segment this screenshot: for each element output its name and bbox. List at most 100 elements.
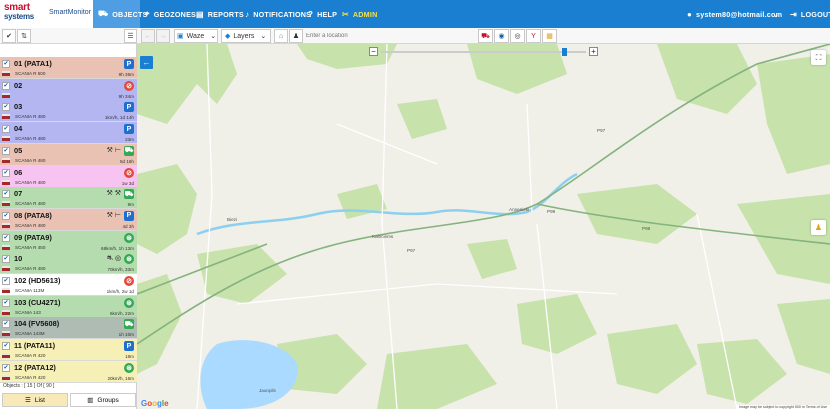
vehicle-row[interactable]: ✔ 104 (FV5608) ⛟ SCANIA 143M 1h 10m (0, 317, 137, 340)
vehicle-row[interactable]: ✔ 09 (PATA9) ⊛ SCANIA R 450 68km/h, 1h 13m (0, 230, 137, 253)
vehicle-status-text: 18m (125, 354, 134, 360)
vehicle-status-text: 1km/h, 2w 1d (106, 289, 134, 294)
zoom-out-button[interactable]: − (369, 47, 378, 56)
vehicle-row[interactable]: ✔ 01 (PATA1) P SCANIA R 500 9h 36m (0, 57, 137, 79)
magnet-tool-button[interactable]: Y (526, 29, 541, 43)
collapse-sidebar-button[interactable]: ← (140, 56, 153, 69)
vehicle-name: 10 (14, 254, 23, 264)
home-button[interactable]: ⌂ (274, 29, 288, 43)
parking-icon[interactable]: P (124, 102, 134, 113)
layers-select[interactable]: ◆ Layers ⌄ (221, 29, 271, 43)
globe-tool-button[interactable]: ◉ (494, 29, 509, 43)
poi-tool-button[interactable]: ▦ (542, 29, 557, 43)
vehicle-row[interactable]: ✔ 03 P SCANIA R 480 1km/h, 1d 14h (0, 100, 137, 123)
vehicle-checkbox[interactable]: ✔ (2, 320, 10, 329)
vehicle-name: 103 (CU4271) (14, 297, 61, 307)
brand-logo[interactable]: smart systems SmartMonitor (0, 0, 93, 28)
moving-icon[interactable]: ⊛ (124, 232, 134, 243)
moving-icon[interactable]: ⊛ (124, 254, 134, 265)
vehicle-checkbox[interactable]: ✔ (2, 81, 10, 90)
chevron-down-icon: ⌄ (210, 33, 217, 40)
plus-icon: + (591, 47, 596, 56)
parking-icon[interactable]: P (124, 341, 134, 352)
minus-icon: − (371, 47, 376, 56)
logout-button[interactable]: ⇥ LOGOUT (790, 0, 830, 28)
vehicle-row[interactable]: ✔ 102 (HD5613) ⊘ SCANIA 113M 1km/h, 2w 1d (0, 274, 137, 296)
flag-icon (2, 331, 10, 337)
vehicle-checkbox[interactable]: ✔ (2, 298, 10, 307)
globe-icon: ◉ (498, 33, 505, 40)
zoom-slider-handle[interactable] (562, 48, 567, 56)
vehicle-row[interactable]: ✔ 05 ⚒ ⊢ ⛟ SCANIA R 480 5d 16h (0, 143, 137, 166)
forward-button[interactable]: → (156, 29, 170, 43)
moving-icon[interactable]: ⊛ (124, 362, 134, 373)
arrow-left-icon: ← (144, 32, 152, 40)
vehicle-checkbox[interactable]: ✔ (2, 190, 10, 199)
parking-icon[interactable]: P (124, 124, 134, 135)
vehicle-checkbox[interactable]: ✔ (2, 363, 10, 372)
zoom-in-button[interactable]: + (589, 47, 598, 56)
vehicle-checkbox[interactable]: ✔ (2, 233, 10, 242)
vehicle-checkbox[interactable]: ✔ (2, 211, 10, 220)
vehicle-checkbox[interactable]: ✔ (2, 168, 10, 177)
tab-list[interactable]: ☰ List (2, 393, 68, 407)
nav-reports[interactable]: ▤ REPORTS (196, 0, 244, 28)
vehicle-model: SCANIA 113M (15, 288, 45, 293)
stop-icon[interactable]: ⊘ (124, 167, 134, 178)
vehicle-row[interactable]: ✔ 06 ⊘ SCANIA R 480 1w 3d (0, 165, 137, 188)
vehicle-row[interactable]: ✔ 02 ⊘ 9h 34m (0, 78, 137, 101)
vehicle-name: 07 (14, 189, 23, 199)
tab-groups[interactable]: ▥ Groups (70, 393, 136, 407)
fullscreen-button[interactable]: ⛶ (811, 50, 826, 65)
user-menu[interactable]: ● system80@hotmail.com (687, 0, 782, 28)
vehicle-model: SCANIA R 420 (15, 374, 46, 380)
location-search-input[interactable] (306, 29, 476, 43)
map-view[interactable]: ← − + ⛶ ♟ Biezi Kalnciems Annenieki Jaun… (137, 44, 830, 409)
truck-icon[interactable]: ⛟ (124, 319, 134, 330)
nav-geozones[interactable]: ⌖ GEOZONES (145, 0, 196, 28)
vehicle-row[interactable]: ✔ 11 (PATA11) P SCANIA R 420 18m (0, 339, 137, 362)
vehicle-name: 09 (PATA9) (14, 232, 52, 242)
street-view-pegman[interactable]: ♟ (811, 220, 826, 235)
nav-help[interactable]: ? HELP (308, 0, 337, 28)
route-tool-button[interactable]: ⛟ (478, 29, 493, 43)
parking-icon[interactable]: P (124, 210, 134, 221)
vehicle-checkbox[interactable]: ✔ (2, 125, 10, 134)
vehicle-checkbox[interactable]: ✔ (2, 103, 10, 112)
select-all-button[interactable]: ✔ (2, 29, 16, 43)
pegman-icon: ♟ (814, 223, 823, 232)
vehicle-checkbox[interactable]: ✔ (2, 342, 10, 351)
list-view-button[interactable]: ☰ (124, 29, 137, 43)
vehicle-row[interactable]: ✔ 04 P SCANIA R 480 23m (0, 122, 137, 145)
vehicle-checkbox[interactable]: ✔ (2, 255, 10, 264)
zoom-slider-track[interactable] (381, 51, 586, 53)
vehicle-model: SCANIA R 480 (15, 222, 46, 228)
vehicle-row[interactable]: ✔ 103 (CU4271) ⊛ SCANIA 143 6km/h, 22m (0, 295, 137, 318)
vehicle-checkbox[interactable]: ✔ (2, 146, 10, 155)
vehicle-row[interactable]: ✔ 08 (PATA8) ⚒ ⊢ P SCANIA R 480 4d 3h (0, 208, 137, 231)
back-button[interactable]: ← (141, 29, 155, 43)
vehicle-row[interactable]: ✔ 10 ⛐ ⊛ ⊛ SCANIA R 480 70km/h, 33m (0, 252, 137, 275)
target-tool-button[interactable]: ◎ (510, 29, 525, 43)
stop-icon[interactable]: ⊘ (124, 80, 134, 91)
sort-button[interactable]: ⇅ (17, 29, 31, 43)
vehicle-checkbox[interactable]: ✔ (2, 277, 10, 285)
nav-notifications[interactable]: ♪ NOTIFICATIONS (245, 0, 311, 28)
vehicle-checkbox[interactable]: ✔ (2, 60, 10, 68)
lake (200, 340, 298, 409)
truck-icon[interactable]: ⛟ (124, 189, 134, 200)
user-menu-dropdown[interactable]: ⌄ (773, 0, 779, 28)
stop-icon[interactable]: ⊘ (124, 276, 134, 286)
nav-objects[interactable]: ⛟ OBJECTS (93, 0, 147, 28)
vehicle-model: SCANIA R 480 (15, 201, 46, 207)
truck-icon[interactable]: ⛟ (124, 145, 134, 156)
question-icon: ? (308, 9, 314, 19)
driver-button[interactable]: ♟ (289, 29, 303, 43)
map-provider-select[interactable]: ▣ Waze ⌄ (174, 29, 218, 43)
nav-admin[interactable]: ✂ ADMIN (342, 0, 377, 28)
vehicle-row[interactable]: ✔ 12 (PATA12) ⊛ SCANIA R 420 20km/h, 16m (0, 360, 137, 383)
parking-icon[interactable]: P (124, 59, 134, 69)
vehicle-row[interactable]: ✔ 07 ⚒ ⚒ ⛟ SCANIA R 480 9m (0, 187, 137, 210)
fullscreen-icon: ⛶ (815, 52, 822, 62)
moving-icon[interactable]: ⊛ (124, 297, 134, 308)
